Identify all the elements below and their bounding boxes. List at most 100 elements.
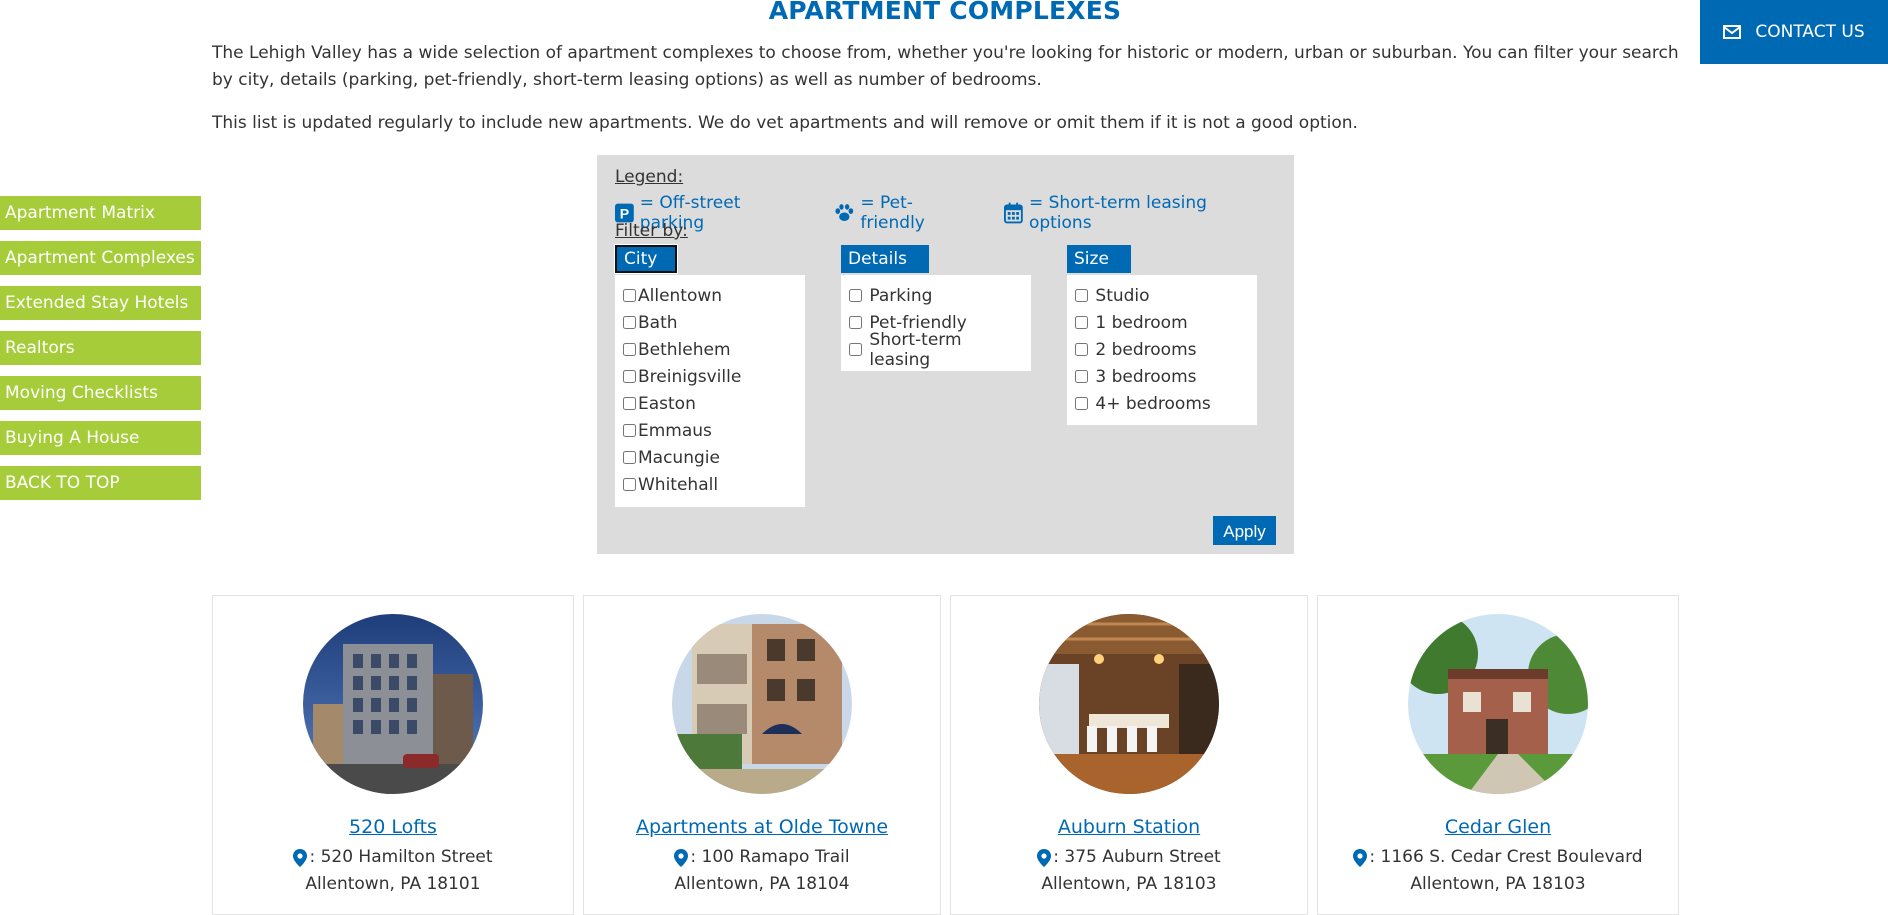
contact-us-label: CONTACT US — [1755, 22, 1865, 42]
city-option[interactable]: Bethlehem — [623, 336, 797, 363]
size-option[interactable]: 3 bedrooms — [1075, 363, 1249, 390]
details-option-label: Parking — [869, 285, 933, 306]
city-option[interactable]: Whitehall — [623, 471, 797, 498]
listing-photo — [1408, 614, 1588, 794]
parking-icon: P — [615, 203, 634, 223]
size-checkbox[interactable] — [1075, 316, 1088, 329]
sidebar-item-buying-a-house[interactable]: Buying A House — [0, 421, 201, 455]
city-checkbox[interactable] — [623, 478, 636, 491]
listing-card: Auburn Station : 375 Auburn Street Allen… — [950, 595, 1308, 915]
envelope-icon — [1723, 25, 1742, 39]
sidebar-item-realtors[interactable]: Realtors — [0, 331, 201, 365]
city-option[interactable]: Easton — [623, 390, 797, 417]
listing-card: Apartments at Olde Towne : 100 Ramapo Tr… — [583, 595, 941, 915]
listing-street: : 375 Auburn Street — [1053, 847, 1221, 867]
filter-title: Filter by: — [615, 221, 688, 241]
city-checkbox[interactable] — [623, 343, 636, 356]
filter-panel: Legend: P = Off-street parking = Pet-fri… — [597, 155, 1294, 554]
size-dropdown-button[interactable]: Size — [1067, 245, 1131, 291]
map-marker-icon — [1037, 848, 1052, 867]
details-options: Parking Pet-friendly Short-term leasing — [841, 275, 1031, 371]
size-option[interactable]: 4+ bedrooms — [1075, 390, 1249, 417]
city-option[interactable]: Breinigsville — [623, 363, 797, 390]
listing-street: : 520 Hamilton Street — [309, 847, 493, 867]
size-option-label: Studio — [1095, 285, 1150, 306]
listing-name-link[interactable]: 520 Lofts — [213, 816, 573, 838]
city-checkbox[interactable] — [623, 424, 636, 437]
calendar-icon — [1004, 202, 1023, 224]
size-checkbox[interactable] — [1075, 370, 1088, 383]
contact-us-button[interactable]: CONTACT US — [1700, 0, 1888, 64]
city-option-label: Bath — [638, 312, 678, 333]
listing-street: : 1166 S. Cedar Crest Boulevard — [1369, 847, 1643, 867]
details-option-label: Short-term leasing — [869, 329, 962, 370]
city-dropdown-button[interactable]: City — [614, 244, 678, 287]
city-option-label: Whitehall — [638, 474, 719, 495]
legend-pet: = Pet-friendly — [834, 193, 970, 233]
listing-photo — [672, 614, 852, 794]
listing-name-link[interactable]: Auburn Station — [951, 816, 1307, 838]
size-option-label: 4+ bedrooms — [1095, 393, 1211, 414]
city-option[interactable]: Emmaus — [623, 417, 797, 444]
size-checkbox[interactable] — [1075, 343, 1088, 356]
listing-city: Allentown, PA 18101 — [305, 874, 481, 894]
sidebar-item-back-to-top[interactable]: BACK TO TOP — [0, 466, 201, 500]
listing-name-link[interactable]: Apartments at Olde Towne — [584, 816, 940, 838]
listing-address: : 520 Hamilton Street — [213, 844, 573, 871]
size-checkbox[interactable] — [1075, 289, 1088, 302]
apply-button[interactable]: Apply — [1213, 516, 1276, 545]
details-checkbox[interactable] — [849, 316, 862, 329]
city-option-label: Easton — [638, 393, 696, 414]
listing-photo — [1039, 614, 1219, 794]
listing-photo — [303, 614, 483, 794]
map-marker-icon — [674, 848, 689, 867]
size-option[interactable]: Studio — [1075, 282, 1249, 309]
size-option-label: 2 bedrooms — [1095, 339, 1197, 360]
sidebar-item-moving-checklists[interactable]: Moving Checklists — [0, 376, 201, 410]
city-option[interactable]: Bath — [623, 309, 797, 336]
city-checkbox[interactable] — [623, 451, 636, 464]
intro-text: The Lehigh Valley has a wide selection o… — [212, 43, 1679, 90]
details-option[interactable]: Short-term leasing — [849, 330, 1023, 370]
svg-text:P: P — [620, 206, 629, 222]
listing-city: Allentown, PA 18103 — [1041, 874, 1217, 894]
city-option-label: Allentown — [638, 285, 723, 306]
city-checkbox[interactable] — [623, 289, 636, 302]
size-option[interactable]: 2 bedrooms — [1075, 336, 1249, 363]
city-checkbox[interactable] — [623, 397, 636, 410]
size-options: Studio 1 bedroom 2 bedrooms 3 bedrooms 4… — [1067, 275, 1257, 425]
legend-short-term: = Short-term leasing options — [1004, 193, 1260, 233]
details-checkbox[interactable] — [849, 289, 862, 302]
details-dropdown-label: Details — [848, 249, 907, 269]
sidebar-item-apartment-matrix[interactable]: Apartment Matrix — [0, 196, 201, 230]
listing-address: : 1166 S. Cedar Crest Boulevard — [1318, 844, 1678, 871]
paw-icon — [835, 204, 853, 221]
sidebar-item-apartment-complexes[interactable]: Apartment Complexes — [0, 241, 201, 275]
city-options: Allentown Bath Bethlehem Breinigsville E… — [615, 275, 805, 507]
intro-note: This list is updated regularly to includ… — [212, 113, 1358, 133]
listing-card: Cedar Glen : 1166 S. Cedar Crest Bouleva… — [1317, 595, 1679, 915]
map-marker-icon — [1353, 848, 1368, 867]
city-option[interactable]: Allentown — [623, 282, 797, 309]
city-option-label: Macungie — [638, 447, 720, 468]
listing-address: : 375 Auburn Street — [951, 844, 1307, 871]
size-checkbox[interactable] — [1075, 397, 1088, 410]
size-option[interactable]: 1 bedroom — [1075, 309, 1249, 336]
listing-name-link[interactable]: Cedar Glen — [1318, 816, 1678, 838]
map-marker-icon — [293, 848, 308, 867]
size-option-label: 1 bedroom — [1095, 312, 1188, 333]
legend: P = Off-street parking = Pet-friendly = … — [615, 193, 1294, 233]
listing-card: 520 Lofts : 520 Hamilton Street Allentow… — [212, 595, 574, 915]
listing-address: : 100 Ramapo Trail — [584, 844, 940, 871]
details-dropdown-button[interactable]: Details — [841, 245, 929, 291]
details-checkbox[interactable] — [849, 343, 862, 356]
details-option[interactable]: Parking — [849, 282, 1023, 309]
listing-street: : 100 Ramapo Trail — [690, 847, 850, 867]
city-option[interactable]: Macungie — [623, 444, 797, 471]
city-checkbox[interactable] — [623, 316, 636, 329]
city-option-label: Bethlehem — [638, 339, 731, 360]
listing-city: Allentown, PA 18104 — [674, 874, 850, 894]
city-option-label: Breinigsville — [638, 366, 742, 387]
sidebar-item-extended-stay-hotels[interactable]: Extended Stay Hotels — [0, 286, 201, 320]
city-checkbox[interactable] — [623, 370, 636, 383]
